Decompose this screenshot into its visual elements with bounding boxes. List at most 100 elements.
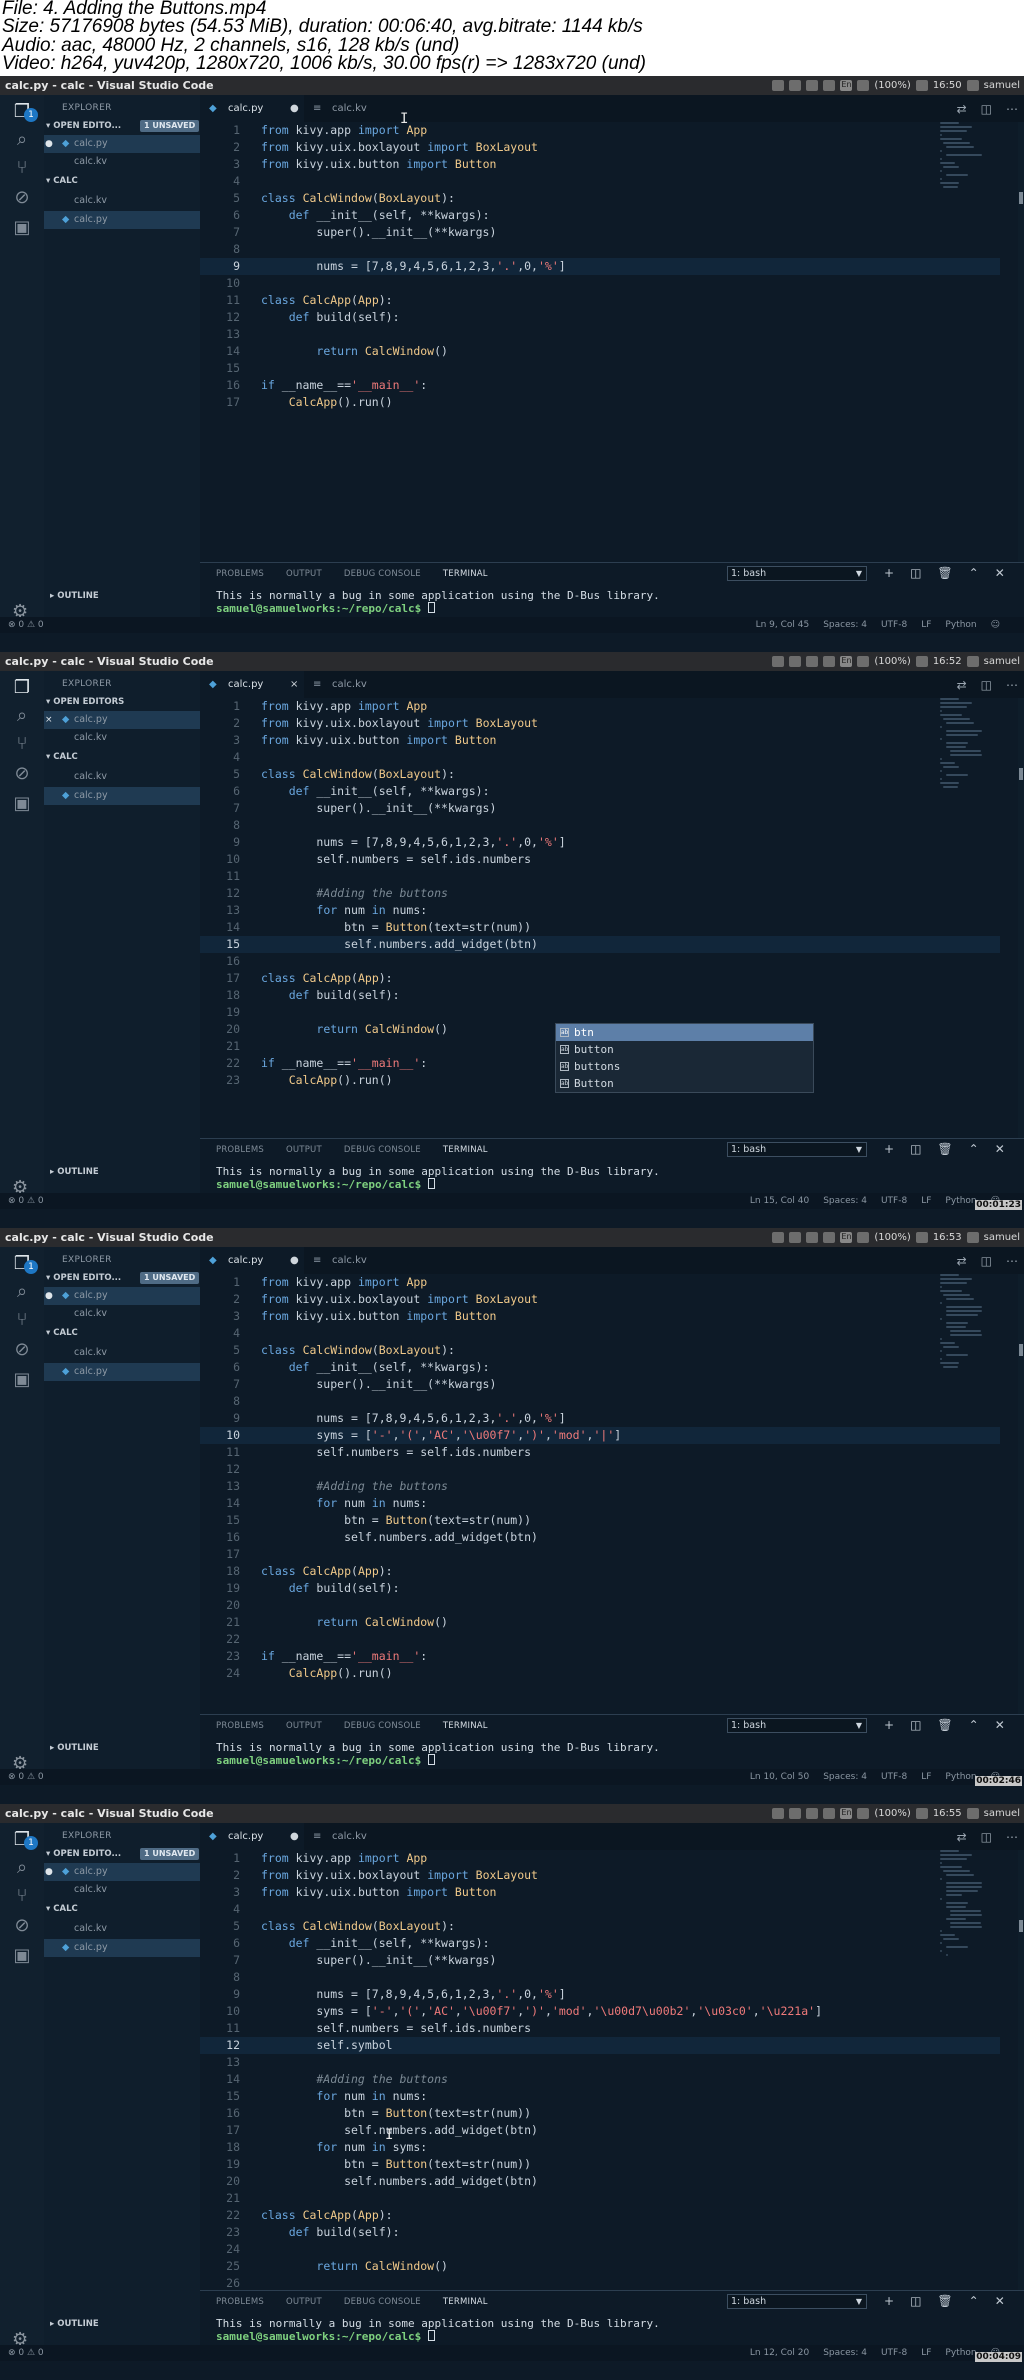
language-mode[interactable]: Python <box>945 1769 976 1785</box>
minimap[interactable] <box>940 1850 983 1956</box>
file-calc-py[interactable]: ◆ calc.py <box>44 1363 200 1381</box>
open-changes-icon[interactable]: ⇄ <box>957 678 967 692</box>
tab-problems[interactable]: PROBLEMS <box>216 1719 264 1733</box>
close-panel-icon[interactable]: ✕ <box>995 2293 1005 2309</box>
encoding[interactable]: UTF-8 <box>881 1193 907 1209</box>
line-endings[interactable]: LF <box>921 1769 931 1785</box>
terminal-output[interactable]: This is normally a bug in some applicati… <box>216 2317 660 2343</box>
open-changes-icon[interactable]: ⇄ <box>957 102 967 116</box>
camera-icon[interactable] <box>772 1232 785 1243</box>
tab-calc-kv[interactable]: ≡ calc.kv <box>304 671 394 698</box>
open-editors-header[interactable]: ▾ OPEN EDITO... 1 UNSAVED <box>44 1269 200 1287</box>
code-line[interactable]: 15 self.numbers.add_widget(btn) <box>200 936 1000 953</box>
tab-close-icon[interactable]: ● <box>290 1247 299 1274</box>
volume-icon[interactable] <box>915 1808 928 1819</box>
cursor-position[interactable]: Ln 10, Col 50 <box>750 1769 809 1785</box>
user-name[interactable]: samuel <box>984 1804 1020 1823</box>
network-icon[interactable] <box>806 80 819 91</box>
file-calc-kv[interactable]: calc.kv <box>44 192 200 210</box>
code-line[interactable]: 11 class CalcApp(App): <box>200 292 1000 309</box>
encoding[interactable]: UTF-8 <box>881 2345 907 2361</box>
tab-terminal[interactable]: TERMINAL <box>443 2295 488 2309</box>
battery-icon[interactable] <box>857 1232 870 1243</box>
open-editor-calc-py[interactable]: ● ◆ calc.py <box>44 135 200 153</box>
tab-problems[interactable]: PROBLEMS <box>216 2295 264 2309</box>
volume-icon[interactable] <box>915 1232 928 1243</box>
code-line[interactable]: 20 self.numbers.add_widget(btn) <box>200 2173 1000 2190</box>
cursor-position[interactable]: Ln 9, Col 45 <box>756 617 810 633</box>
code-line[interactable]: 12 <box>200 1461 1000 1478</box>
code-editor[interactable]: 1 from kivy.app import App 2 from kivy.uix.… <box>200 112 1024 562</box>
gear-icon[interactable] <box>966 1232 979 1243</box>
code-lines[interactable]: 1 from kivy.app import App 2 from kivy.uix.… <box>200 122 1000 411</box>
code-line[interactable]: 20 <box>200 1597 1000 1614</box>
split-editor-icon[interactable]: ◫ <box>981 1254 992 1268</box>
code-line[interactable]: 13 <box>200 2054 1000 2071</box>
smiley-icon[interactable]: ☺ <box>991 617 1000 633</box>
dropbox-icon[interactable] <box>823 1232 836 1243</box>
keyboard-layout-icon[interactable]: En <box>840 1808 853 1819</box>
code-line[interactable]: 5 class CalcWindow(BoxLayout): <box>200 1342 1000 1359</box>
folder-header-calc[interactable]: ▾ CALC <box>44 1324 200 1342</box>
scrollbar-thumb[interactable] <box>1019 1344 1023 1356</box>
tab-close-icon[interactable]: ● <box>290 1823 299 1850</box>
tab-output[interactable]: OUTPUT <box>286 567 322 581</box>
code-line[interactable]: 4 <box>200 1325 1000 1342</box>
code-line[interactable]: 6 def __init__(self, **kwargs): <box>200 1935 1000 1952</box>
line-endings[interactable]: LF <box>921 1193 931 1209</box>
code-line[interactable]: 11 self.numbers = self.ids.numbers <box>200 2020 1000 2037</box>
minimap[interactable] <box>940 1274 983 1368</box>
tab-output[interactable]: OUTPUT <box>286 1719 322 1733</box>
code-line[interactable]: 8 <box>200 1969 1000 1986</box>
line-endings[interactable]: LF <box>921 2345 931 2361</box>
autocomplete-item[interactable]: ab buttons <box>556 1058 813 1075</box>
open-editor-calc-py[interactable]: ● ◆ calc.py <box>44 1287 200 1305</box>
file-calc-py[interactable]: ◆ calc.py <box>44 787 200 805</box>
maximize-panel-icon[interactable]: ⌃ <box>969 1717 979 1733</box>
code-line[interactable]: 24 <box>200 2241 1000 2258</box>
camera-icon[interactable] <box>772 1808 785 1819</box>
dropbox-icon[interactable] <box>823 656 836 667</box>
source-control-icon[interactable]: ⑂ <box>11 157 33 179</box>
cursor-position[interactable]: Ln 12, Col 20 <box>750 2345 809 2361</box>
code-line[interactable]: 21 <box>200 2190 1000 2207</box>
code-editor[interactable]: 1 from kivy.app import App 2 from kivy.uix.… <box>200 1850 1024 2307</box>
code-line[interactable]: 7 super().__init__(**kwargs) <box>200 224 1000 241</box>
file-calc-kv[interactable]: calc.kv <box>44 768 200 786</box>
code-line[interactable]: 6 def __init__(self, **kwargs): <box>200 783 1000 800</box>
bluetooth-icon[interactable] <box>789 1232 802 1243</box>
code-line[interactable]: 12 self.symbol <box>200 2037 1000 2054</box>
code-line[interactable]: 13 #Adding the buttons <box>200 1478 1000 1495</box>
code-editor[interactable]: 1 from kivy.app import App 2 from kivy.uix.… <box>200 1274 1024 1714</box>
file-calc-py[interactable]: ◆ calc.py <box>44 211 200 229</box>
search-icon[interactable]: ⌕ <box>11 129 33 151</box>
code-line[interactable]: 6 def __init__(self, **kwargs): <box>200 1359 1000 1376</box>
extensions-icon[interactable]: ▣ <box>11 1945 33 1967</box>
battery-icon[interactable] <box>857 1808 870 1819</box>
terminal-output[interactable]: This is normally a bug in some applicati… <box>216 1741 660 1767</box>
debug-icon[interactable]: ⊘ <box>11 763 33 785</box>
code-line[interactable]: 1 from kivy.app import App <box>200 122 1000 139</box>
network-icon[interactable] <box>806 1232 819 1243</box>
code-line[interactable]: 10 syms = ['-','(','AC','\u00f7',')','mo… <box>200 1427 1000 1444</box>
scrollbar-thumb[interactable] <box>1019 768 1023 780</box>
keyboard-layout-icon[interactable]: En <box>840 656 853 667</box>
editor-scrollbar[interactable] <box>1018 1850 1024 2290</box>
autocomplete-widget[interactable]: ab btn ab button ab buttons ab Button <box>555 1023 814 1093</box>
code-line[interactable]: 16 btn = Button(text=str(num)) <box>200 2105 1000 2122</box>
close-panel-icon[interactable]: ✕ <box>995 1141 1005 1157</box>
code-line[interactable]: 5 class CalcWindow(BoxLayout): <box>200 190 1000 207</box>
problems-status[interactable]: ⊗ 0 ⚠ 0 <box>8 1193 44 1209</box>
code-line[interactable]: 10 self.numbers = self.ids.numbers <box>200 851 1000 868</box>
user-name[interactable]: samuel <box>984 1228 1020 1247</box>
code-line[interactable]: 7 super().__init__(**kwargs) <box>200 800 1000 817</box>
minimap[interactable] <box>940 122 982 188</box>
more-actions-icon[interactable]: ⋯ <box>1006 1254 1018 1268</box>
source-control-icon[interactable]: ⑂ <box>11 1885 33 1907</box>
code-line[interactable]: 22 class CalcApp(App): <box>200 2207 1000 2224</box>
terminal-select[interactable]: 1: bash ▼ <box>727 1142 867 1157</box>
new-terminal-icon[interactable]: + <box>884 1717 894 1733</box>
code-line[interactable]: 17 <box>200 1546 1000 1563</box>
code-line[interactable]: 19 btn = Button(text=str(num)) <box>200 2156 1000 2173</box>
terminal-select[interactable]: 1: bash ▼ <box>727 1718 867 1733</box>
